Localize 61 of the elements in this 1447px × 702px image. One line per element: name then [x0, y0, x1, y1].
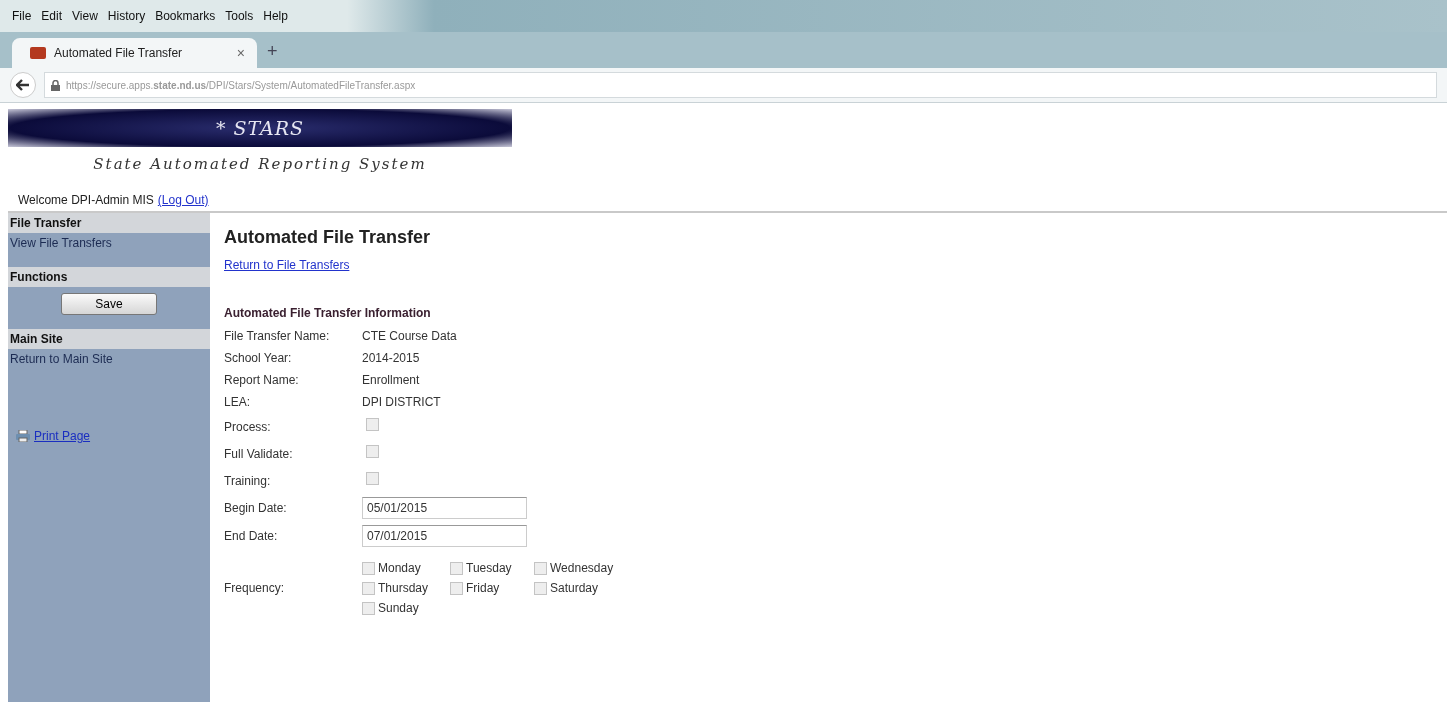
checkbox[interactable] — [534, 581, 547, 595]
menu-item[interactable]: File — [12, 9, 32, 23]
field-label: School Year: — [224, 350, 293, 367]
checkbox[interactable] — [362, 561, 375, 575]
logout-link[interactable]: (Log Out) — [157, 193, 209, 207]
menu-item[interactable]: Help — [263, 9, 288, 23]
day-checkbox[interactable]: Saturday — [534, 581, 1433, 595]
print-link[interactable]: Print Page — [34, 429, 91, 443]
field-label: Begin Date: — [224, 500, 288, 517]
close-icon[interactable]: × — [236, 45, 245, 61]
field-label: End Date: — [224, 528, 279, 545]
field-label: Frequency: — [224, 581, 286, 595]
sidebar-link[interactable]: View File Transfers — [8, 233, 210, 253]
day-checkbox[interactable]: Friday — [450, 581, 534, 595]
new-tab-button[interactable]: + — [267, 41, 278, 68]
field-label: Training: — [224, 472, 272, 490]
field-value: CTE Course Data — [362, 328, 458, 345]
menu-item[interactable]: History — [107, 9, 146, 23]
back-arrow-icon — [16, 79, 30, 91]
sidebar-heading: File Transfer — [8, 213, 210, 233]
day-checkbox[interactable]: Sunday — [362, 601, 450, 615]
checkbox[interactable] — [450, 581, 463, 595]
site-icon — [30, 47, 46, 59]
field-value: Enrollment — [362, 372, 421, 389]
back-link[interactable]: Return to File Transfers — [224, 258, 350, 272]
date-field[interactable]: 05/01/2015 — [362, 497, 527, 519]
browser-tab[interactable]: Automated File Transfer × — [12, 38, 257, 68]
save-button[interactable]: Save — [61, 293, 157, 315]
field-label: LEA: — [224, 394, 251, 411]
field-value: DPI DISTRICT — [362, 394, 442, 411]
menu-item[interactable]: Edit — [41, 9, 63, 23]
day-checkbox[interactable]: Thursday — [362, 581, 450, 595]
field-value: 2014-2015 — [362, 350, 421, 367]
sidebar-link[interactable]: Return to Main Site — [8, 349, 210, 369]
welcome-text: Welcome DPI-Admin MIS — [18, 193, 154, 207]
site-subtitle: State Automated Reporting System — [92, 155, 428, 173]
url-text: https://secure.apps.state.nd.us/DPI/Stars/System/AutomatedFileTransfer.aspx — [66, 79, 416, 91]
day-checkbox[interactable]: Tuesday — [450, 561, 534, 575]
checkbox[interactable] — [362, 601, 375, 615]
page-title: Automated File Transfer — [224, 227, 432, 248]
day-checkbox[interactable]: Monday — [362, 561, 450, 575]
field-label: Report Name: — [224, 372, 300, 389]
sidebar-heading: Main Site — [8, 329, 210, 349]
menu-item[interactable]: Bookmarks — [155, 9, 216, 23]
checkbox[interactable] — [362, 581, 375, 595]
printer-icon — [16, 430, 30, 442]
menu-item[interactable]: View — [72, 9, 98, 23]
section-title: Automated File Transfer Information — [224, 306, 432, 320]
field-label: Process: — [224, 418, 272, 436]
banner-title: * STARS — [215, 117, 305, 139]
tab-title: Automated File Transfer — [54, 46, 184, 60]
sidebar-heading: Functions — [8, 267, 210, 287]
lock-icon — [51, 79, 60, 91]
date-field[interactable]: 07/01/2015 — [362, 525, 527, 547]
checkbox[interactable] — [534, 561, 547, 575]
field-label: Full Validate: — [224, 445, 294, 463]
back-button[interactable] — [10, 72, 36, 98]
checkbox[interactable] — [450, 561, 463, 575]
day-checkbox[interactable]: Wednesday — [534, 561, 1433, 575]
menu-item[interactable]: Tools — [225, 9, 254, 23]
field-label: File Transfer Name: — [224, 328, 331, 345]
